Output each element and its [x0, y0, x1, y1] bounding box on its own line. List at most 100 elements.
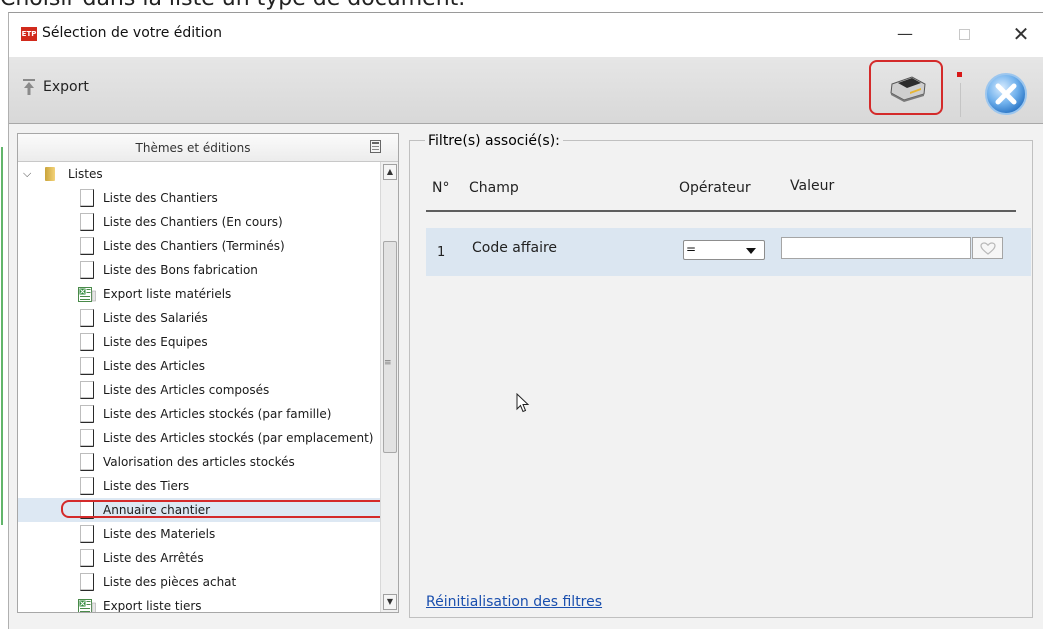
tree-list: ⌵ Listes Liste des Chantiers Liste des Ch…	[18, 162, 391, 613]
operator-value: =	[686, 242, 697, 256]
tree-header: Thèmes et éditions	[18, 134, 398, 162]
tree-scrollbar[interactable]: ▲ ≡ ▼	[380, 162, 398, 612]
value-input[interactable]	[781, 237, 971, 259]
column-header-champ: Champ	[469, 180, 519, 196]
tree-item[interactable]: Liste des Articles stockés (par emplacem…	[18, 426, 380, 450]
spreadsheet-icon	[78, 599, 96, 612]
export-button[interactable]: Export	[23, 79, 89, 95]
filter-row-number: 1	[437, 245, 446, 260]
tree-root-listes[interactable]: ⌵ Listes	[18, 162, 380, 186]
filter-row-field: Code affaire	[472, 240, 558, 256]
scroll-grip-icon: ≡	[384, 358, 392, 368]
toolbar: Export	[9, 57, 1043, 124]
chevron-down-icon[interactable]: ⌵	[23, 162, 31, 186]
tree-item[interactable]: Valorisation des articles stockés	[18, 450, 380, 474]
header-divider	[426, 210, 1016, 212]
tree-item-label: Export liste tiers	[103, 599, 202, 613]
tree-item[interactable]: Liste des Arrêtés	[18, 546, 380, 570]
document-icon	[80, 525, 94, 543]
column-header-operateur: Opérateur	[679, 180, 751, 196]
selection-annotation	[61, 500, 391, 518]
tree-item-label: Liste des Chantiers (En cours)	[103, 215, 283, 229]
tree-item[interactable]: Liste des pièces achat	[18, 570, 380, 594]
filter-row: 1 Code affaire =	[426, 228, 1031, 276]
tree-item-label: Liste des Arrêtés	[103, 551, 204, 565]
tree-item[interactable]: Annuaire chantier	[18, 498, 391, 522]
document-icon	[80, 261, 94, 279]
tree-item[interactable]: Liste des Equipes	[18, 330, 380, 354]
tree-header-label: Thèmes et éditions	[135, 141, 251, 155]
print-button[interactable]	[869, 60, 943, 115]
heart-icon	[980, 242, 996, 255]
filters-legend: Filtre(s) associé(s):	[425, 133, 563, 149]
maximize-icon	[958, 29, 970, 40]
tree-item-label: Liste des Equipes	[103, 335, 208, 349]
document-icon	[80, 477, 94, 495]
close-orb-icon[interactable]	[984, 72, 1028, 116]
tree-item[interactable]: Liste des Articles	[18, 354, 380, 378]
tree-item-label: Liste des Tiers	[103, 479, 190, 493]
tree-item-label: Liste des Articles stockés (par famille)	[103, 407, 332, 421]
tree-item[interactable]: Liste des Salariés	[18, 306, 380, 330]
column-chooser-icon[interactable]	[370, 140, 381, 153]
themes-tree-panel: Thèmes et éditions ⌵ Listes Liste des Ch…	[17, 133, 399, 613]
scroll-thumb[interactable]	[383, 241, 397, 453]
maximize-button[interactable]	[944, 21, 984, 47]
tree-item[interactable]: Liste des Materiels	[18, 522, 380, 546]
document-icon	[80, 333, 94, 351]
value-picker-button[interactable]	[972, 237, 1003, 259]
spreadsheet-icon	[78, 287, 96, 302]
tree-item-label: Liste des Chantiers (Terminés)	[103, 239, 285, 253]
document-icon	[80, 405, 94, 423]
tree-item[interactable]: Liste des Chantiers	[18, 186, 380, 210]
tree-item-label: Liste des Articles composés	[103, 383, 270, 397]
app-icon: ETP	[21, 27, 37, 41]
tree-item-label: Liste des Materiels	[103, 527, 216, 541]
document-icon	[80, 189, 94, 207]
tree-item-label: Liste des Articles	[103, 359, 205, 373]
column-header-no: N°	[432, 180, 450, 196]
tree-item[interactable]: Liste des Articles stockés (par famille)	[18, 402, 380, 426]
tree-item-label: Liste des Articles stockés (par emplacem…	[103, 431, 374, 445]
mouse-cursor-icon	[516, 393, 530, 413]
folder-icon	[45, 167, 55, 181]
tree-item[interactable]: Export liste matériels	[18, 282, 380, 306]
scroll-up-arrow-icon[interactable]: ▲	[383, 164, 397, 180]
window-title: Sélection de votre édition	[42, 25, 222, 41]
tree-item[interactable]: Liste des Bons fabrication	[18, 258, 380, 282]
title-bar: ETP Sélection de votre édition — ✕	[9, 13, 1043, 57]
export-icon	[23, 79, 35, 95]
document-icon	[80, 549, 94, 567]
document-icon	[80, 213, 94, 231]
tree-item[interactable]: Liste des Articles composés	[18, 378, 380, 402]
tree-item-label: Export liste matériels	[103, 287, 232, 301]
tree-item[interactable]: Export liste tiers	[18, 594, 380, 613]
minimize-button[interactable]: —	[885, 21, 925, 47]
dropdown-arrow-icon	[746, 248, 756, 254]
toolbar-divider	[960, 83, 961, 117]
tree-item-label: Liste des Bons fabrication	[103, 263, 258, 277]
operator-select[interactable]: =	[683, 240, 765, 260]
close-window-button[interactable]: ✕	[1001, 21, 1041, 47]
tree-item[interactable]: Liste des Chantiers (Terminés)	[18, 234, 380, 258]
tree-root-label: Listes	[68, 167, 103, 181]
export-label: Export	[43, 79, 89, 95]
status-dot	[957, 72, 962, 77]
document-icon	[80, 453, 94, 471]
tree-item-label: Valorisation des articles stockés	[103, 455, 295, 469]
page-caption: Choisir dans la liste un type de documen…	[0, 0, 1043, 12]
scroll-down-arrow-icon[interactable]: ▼	[383, 594, 397, 610]
window-edge-accent	[1, 147, 3, 525]
document-icon	[80, 237, 94, 255]
document-icon	[80, 429, 94, 447]
tree-item[interactable]: Liste des Tiers	[18, 474, 380, 498]
printer-icon	[890, 76, 926, 102]
tree-item-label: Liste des Chantiers	[103, 191, 218, 205]
tree-item[interactable]: Liste des Chantiers (En cours)	[18, 210, 380, 234]
document-icon	[80, 357, 94, 375]
tree-item-label: Liste des Salariés	[103, 311, 208, 325]
document-icon	[80, 573, 94, 591]
tree-item-label: Liste des pièces achat	[103, 575, 237, 589]
document-icon	[80, 309, 94, 327]
reset-filters-link[interactable]: Réinitialisation des filtres	[426, 594, 602, 610]
